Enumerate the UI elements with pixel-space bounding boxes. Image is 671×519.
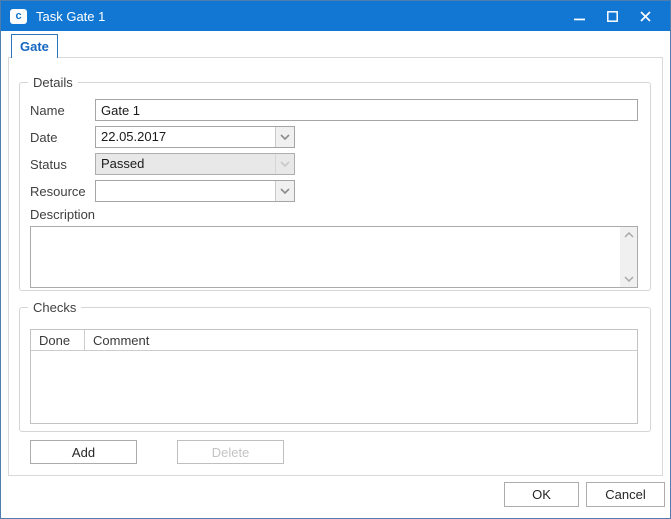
checks-table[interactable]: Done Comment	[30, 329, 638, 424]
description-label: Description	[30, 207, 638, 222]
status-combobox: Passed	[95, 153, 295, 175]
chevron-down-icon	[280, 188, 290, 194]
description-textarea[interactable]	[31, 227, 620, 287]
status-value: Passed	[96, 154, 275, 174]
chevron-down-icon	[280, 134, 290, 140]
ok-button[interactable]: OK	[504, 482, 579, 507]
name-label: Name	[30, 103, 95, 118]
app-icon-glyph: c	[15, 11, 21, 22]
checks-table-body[interactable]	[31, 351, 637, 423]
date-row: Date 22.05.2017	[30, 126, 638, 148]
tab-gate-label: Gate	[20, 39, 49, 54]
name-input[interactable]	[95, 99, 638, 121]
dialog-footer: OK Cancel	[1, 476, 670, 507]
tab-strip: Gate	[1, 31, 670, 57]
column-header-comment: Comment	[85, 330, 637, 350]
name-row: Name	[30, 99, 638, 121]
chevron-down-icon	[280, 161, 290, 167]
status-dropdown-button	[275, 154, 294, 174]
checks-button-row: Add Delete	[30, 440, 662, 464]
minimize-icon	[574, 11, 585, 22]
minimize-button[interactable]	[568, 1, 590, 31]
resource-value	[96, 181, 275, 201]
resource-label: Resource	[30, 184, 95, 199]
maximize-button[interactable]	[601, 1, 623, 31]
chevron-up-icon	[624, 232, 634, 238]
window-title: Task Gate 1	[36, 9, 557, 24]
resource-row: Resource	[30, 180, 638, 202]
checks-groupbox: Checks Done Comment	[19, 307, 651, 432]
tab-panel: Details Name Date 22.05.2017 Status Pass…	[8, 57, 663, 476]
description-scrollbar[interactable]	[620, 227, 637, 287]
details-groupbox: Details Name Date 22.05.2017 Status Pass…	[19, 82, 651, 291]
chevron-down-icon	[624, 276, 634, 282]
status-row: Status Passed	[30, 153, 638, 175]
close-button[interactable]	[634, 1, 656, 31]
titlebar[interactable]: c Task Gate 1	[1, 1, 670, 31]
details-legend: Details	[28, 75, 78, 90]
maximize-icon	[607, 11, 618, 22]
delete-button: Delete	[177, 440, 284, 464]
checks-legend: Checks	[28, 300, 81, 315]
tab-gate[interactable]: Gate	[11, 34, 58, 58]
resource-dropdown-button[interactable]	[275, 181, 294, 201]
cancel-button[interactable]: Cancel	[586, 482, 665, 507]
description-box	[30, 226, 638, 288]
app-icon: c	[10, 9, 27, 24]
resource-combobox[interactable]	[95, 180, 295, 202]
checks-table-header: Done Comment	[31, 330, 637, 351]
window-controls	[557, 1, 670, 31]
close-icon	[640, 11, 651, 22]
date-value: 22.05.2017	[96, 127, 275, 147]
date-label: Date	[30, 130, 95, 145]
column-header-done: Done	[31, 330, 85, 350]
status-label: Status	[30, 157, 95, 172]
date-combobox[interactable]: 22.05.2017	[95, 126, 295, 148]
dialog-window: c Task Gate 1 Gate Details Name	[0, 0, 671, 519]
add-button[interactable]: Add	[30, 440, 137, 464]
date-dropdown-button[interactable]	[275, 127, 294, 147]
